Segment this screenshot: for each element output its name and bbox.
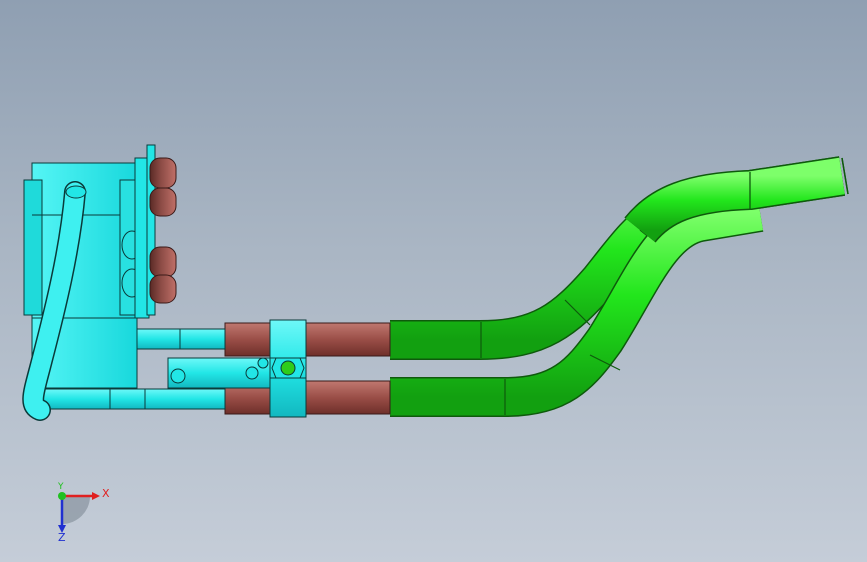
y-axis-dot: [58, 492, 66, 500]
cad-viewport[interactable]: X Y Z: [0, 0, 867, 562]
coordinate-triad: [58, 492, 100, 533]
z-axis-label: Z: [58, 531, 66, 544]
x-axis-label: X: [102, 487, 110, 500]
y-axis-label: Y: [58, 482, 64, 492]
